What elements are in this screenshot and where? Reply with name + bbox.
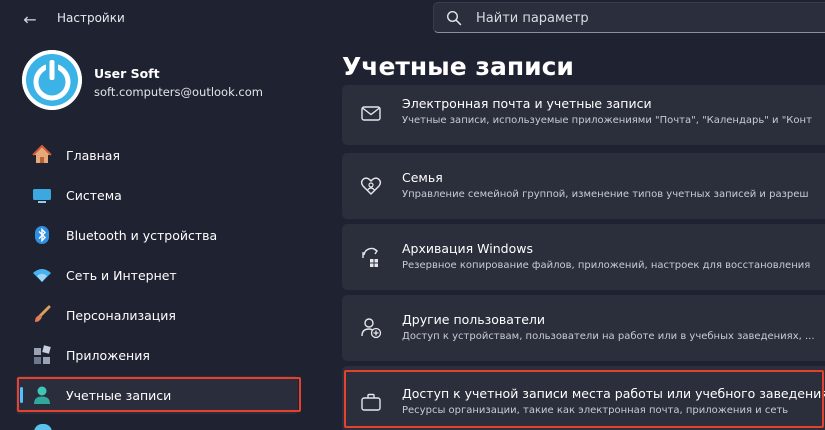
settings-window: ← Настройки User Soft soft.computers@out… xyxy=(0,0,825,430)
sidebar-item-accounts[interactable]: Учетные записи xyxy=(16,376,298,414)
mail-icon xyxy=(361,106,381,121)
add-user-icon xyxy=(361,318,382,339)
sidebar-item-label: Система xyxy=(66,187,122,203)
partial-nav-icon xyxy=(34,424,52,430)
card-subtitle: Управление семейной группой, изменение т… xyxy=(402,189,809,200)
back-button[interactable]: ← xyxy=(18,8,42,30)
card-title: Другие пользователи xyxy=(402,312,546,327)
card-subtitle: Резервное копирование файлов, приложений… xyxy=(402,260,811,271)
sidebar-item-label: Главная xyxy=(66,147,120,163)
sidebar-item-personalization[interactable]: Персонализация xyxy=(16,296,298,334)
card-other-users[interactable]: Другие пользователи Доступ к устройствам… xyxy=(342,295,825,361)
card-subtitle: Ресурсы организации, такие как электронн… xyxy=(402,405,789,416)
search-icon xyxy=(446,10,462,26)
card-family[interactable]: Семья Управление семейной группой, измен… xyxy=(342,153,825,219)
app-title: Настройки xyxy=(57,11,125,25)
card-work-school-access[interactable]: Доступ к учетной записи места работы или… xyxy=(342,366,825,430)
card-title: Электронная почта и учетные записи xyxy=(402,96,652,111)
power-logo-icon xyxy=(22,50,82,110)
sidebar-item-label: Приложения xyxy=(66,347,150,363)
home-icon xyxy=(32,145,52,165)
bluetooth-icon xyxy=(32,225,52,245)
brush-icon xyxy=(32,305,52,325)
card-email-accounts[interactable]: Электронная почта и учетные записи Учетн… xyxy=(342,85,825,145)
sidebar-item-label: Учетные записи xyxy=(66,387,172,403)
apps-icon xyxy=(32,345,52,365)
wifi-icon xyxy=(32,265,52,285)
card-subtitle: Доступ к устройствам, пользователи на ра… xyxy=(402,331,815,342)
search-box[interactable] xyxy=(433,2,825,34)
avatar[interactable] xyxy=(22,50,82,110)
card-windows-backup[interactable]: Архивация Windows Резервное копирование … xyxy=(342,224,825,290)
sidebar-item-apps[interactable]: Приложения xyxy=(16,336,298,374)
card-title: Архивация Windows xyxy=(402,241,533,256)
sidebar-item-system[interactable]: Система xyxy=(16,176,298,214)
sidebar-item-label: Bluetooth и устройства xyxy=(66,227,218,243)
system-icon xyxy=(32,185,52,205)
sidebar-item-network[interactable]: Сеть и Интернет xyxy=(16,256,298,294)
title-bar: ← Настройки xyxy=(0,0,825,38)
family-heart-icon xyxy=(360,177,382,195)
sidebar-item-label: Сеть и Интернет xyxy=(66,267,177,283)
page-title: Учетные записи xyxy=(342,52,574,81)
card-subtitle: Учетные записи, используемые приложениям… xyxy=(402,115,812,126)
user-email: soft.computers@outlook.com xyxy=(94,85,263,99)
sidebar-nav: Главная Система Bluetooth и устройства С… xyxy=(16,136,306,416)
briefcase-icon xyxy=(361,393,381,411)
sidebar-item-home[interactable]: Главная xyxy=(16,136,298,174)
search-input[interactable] xyxy=(474,3,818,34)
sidebar-item-label: Персонализация xyxy=(66,307,176,323)
sidebar-item-bluetooth[interactable]: Bluetooth и устройства xyxy=(16,216,298,254)
settings-cards: Электронная почта и учетные записи Учетн… xyxy=(342,80,825,430)
account-icon xyxy=(32,385,52,405)
user-name: User Soft xyxy=(94,66,160,81)
card-title: Семья xyxy=(402,170,443,185)
backup-icon xyxy=(362,247,378,267)
card-title: Доступ к учетной записи места работы или… xyxy=(402,386,825,401)
